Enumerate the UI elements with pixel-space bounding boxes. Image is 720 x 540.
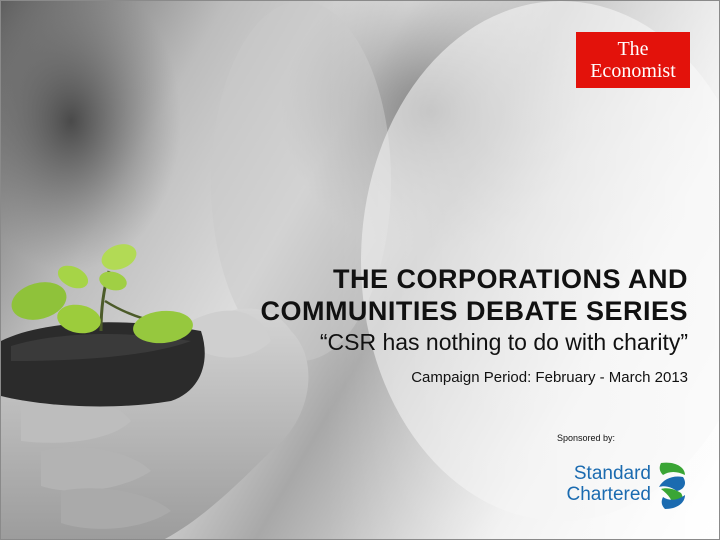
sponsor-name-line1: Standard	[573, 463, 651, 484]
slide: The Economist THE CORPORATIONS AND COMMU…	[0, 0, 720, 540]
economist-logo-line2: Economist	[590, 60, 676, 82]
title-line-2: COMMUNITIES DEBATE SERIES	[260, 296, 688, 326]
standard-chartered-wordmark: Standard Chartered	[557, 463, 652, 505]
title-line-1: THE CORPORATIONS AND	[332, 264, 688, 294]
subtitle-quote: “CSR has nothing to do with charity”	[319, 329, 688, 355]
standard-chartered-mark-icon	[659, 462, 685, 509]
sponsor-name-line2: Chartered	[566, 484, 652, 505]
economist-logo: The Economist	[576, 32, 690, 88]
sponsored-by-label: Sponsored by:	[557, 433, 616, 443]
title-block: THE CORPORATIONS AND COMMUNITIES DEBATE …	[260, 263, 688, 357]
economist-logo-line1: The	[617, 38, 649, 60]
campaign-period: Campaign Period: February - March 2013	[411, 369, 688, 386]
standard-chartered-logo: Standard Chartered	[557, 459, 697, 513]
